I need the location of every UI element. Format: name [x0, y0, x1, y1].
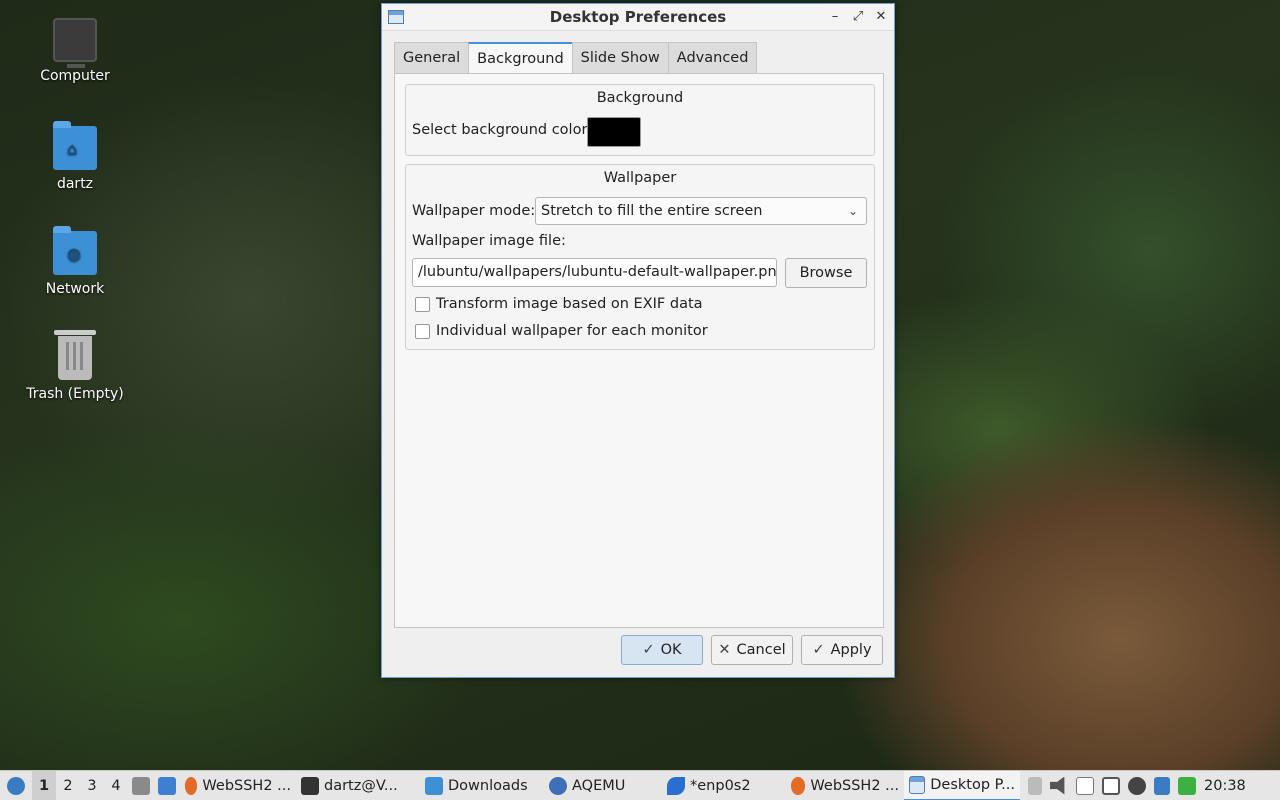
close-icon: ✕	[718, 642, 731, 658]
show-desktop-icon	[158, 776, 176, 795]
ok-button[interactable]: ✓ OK	[621, 635, 703, 665]
background-color-label: Select background color:	[412, 122, 593, 138]
scroll-up-icon[interactable]	[1028, 776, 1042, 795]
wallpaper-group: Wallpaper Wallpaper mode: Stretch to fil…	[405, 164, 875, 350]
tab-general[interactable]: General	[394, 42, 469, 74]
update-icon[interactable]	[1128, 776, 1146, 795]
home-folder-icon: ⌂	[53, 121, 97, 170]
wallpaper-mode-label: Wallpaper mode:	[412, 203, 536, 219]
aqemu-icon	[549, 776, 567, 795]
show-desktop-button[interactable]	[154, 771, 180, 800]
task-label: Downloads	[448, 777, 528, 794]
apply-button[interactable]: ✓ Apply	[801, 635, 883, 665]
background-group: Background Select background color:	[405, 84, 875, 156]
desktop-icon-trash[interactable]: Trash (Empty)	[20, 330, 130, 402]
cancel-label: Cancel	[736, 642, 786, 658]
wallpaper-mode-value: Stretch to fill the entire screen	[541, 203, 763, 219]
display-icon[interactable]	[1102, 776, 1120, 795]
firefox-icon	[185, 776, 198, 795]
exif-checkbox[interactable]	[415, 297, 430, 312]
desktop-icon-label: Computer	[40, 68, 110, 84]
start-menu-button[interactable]	[0, 771, 32, 800]
desktop-prefs-icon	[909, 775, 926, 794]
desktop-icon-label: Trash (Empty)	[26, 386, 124, 402]
task-label: WebSSH2 ...	[202, 777, 291, 794]
wallpaper-file-label: Wallpaper image file:	[412, 233, 566, 249]
clipboard-icon[interactable]	[1076, 776, 1094, 795]
computer-icon	[53, 18, 97, 68]
taskbar: 1 2 3 4 WebSSH2 ... dartz@V... Downloads…	[0, 770, 1280, 800]
workspace-3[interactable]: 3	[80, 771, 104, 800]
desktop-icon-computer[interactable]: Computer	[20, 18, 130, 84]
file-manager-icon	[132, 776, 150, 795]
browse-button[interactable]: Browse	[785, 258, 867, 288]
wallpaper-mode-select[interactable]: Stretch to fill the entire screen ⌄	[535, 197, 867, 225]
lubuntu-logo-icon	[7, 776, 25, 795]
apply-label: Apply	[830, 642, 872, 658]
system-tray: 20:38	[1028, 776, 1252, 795]
desktop-icon-label: Network	[45, 281, 105, 297]
exif-label: Transform image based on EXIF data	[436, 296, 703, 312]
notification-icon[interactable]	[1154, 776, 1170, 795]
task-label: AQEMU	[572, 777, 626, 794]
check-icon: ✓	[642, 642, 655, 658]
firefox-icon	[791, 776, 806, 795]
workspace-4[interactable]: 4	[104, 771, 128, 800]
terminal-icon	[301, 776, 319, 795]
wireshark-icon	[667, 776, 685, 795]
maximize-button[interactable]: ⤢	[851, 8, 865, 26]
task-label: dartz@V...	[324, 777, 398, 794]
desktop-icon-home[interactable]: ⌂ dartz	[20, 121, 130, 192]
desktop-icon-network[interactable]: ◍ Network	[20, 226, 130, 297]
folder-icon	[425, 776, 443, 795]
tab-background[interactable]: Background	[468, 42, 572, 74]
task-downloads[interactable]: Downloads	[420, 771, 544, 800]
chevron-down-icon: ⌄	[847, 204, 858, 218]
tab-advanced[interactable]: Advanced	[667, 42, 758, 74]
task-label: Desktop P...	[930, 776, 1015, 793]
task-label: *enp0s2	[690, 777, 751, 794]
task-aqemu[interactable]: AQEMU	[544, 771, 662, 800]
window-title: Desktop Preferences	[549, 8, 727, 26]
task-wireshark[interactable]: *enp0s2	[662, 771, 786, 800]
check-icon: ✓	[812, 642, 825, 658]
wallpaper-file-input[interactable]: /lubuntu/wallpapers/lubuntu-default-wall…	[412, 258, 777, 287]
titlebar[interactable]: Desktop Preferences – ⤢ ✕	[382, 4, 894, 31]
window-app-icon	[388, 10, 404, 24]
volume-icon[interactable]	[1050, 776, 1065, 795]
task-websssh2-1[interactable]: WebSSH2 ...	[180, 771, 296, 800]
task-terminal[interactable]: dartz@V...	[296, 771, 420, 800]
workspace-2[interactable]: 2	[56, 771, 80, 800]
network-folder-icon: ◍	[53, 226, 97, 275]
background-tab-panel: Background Select background color: Wall…	[394, 73, 884, 628]
background-group-title: Background	[596, 90, 684, 106]
per-monitor-label: Individual wallpaper for each monitor	[436, 323, 708, 339]
desktop-icon-label: dartz	[56, 176, 94, 192]
cancel-button[interactable]: ✕ Cancel	[711, 635, 793, 665]
tab-slide-show[interactable]: Slide Show	[571, 42, 668, 74]
tab-bar: General Background Slide Show Advanced	[394, 42, 758, 74]
ok-label: OK	[660, 642, 682, 658]
trash-icon	[54, 330, 96, 380]
task-websssh2-2[interactable]: WebSSH2 ...	[786, 771, 904, 800]
workspace-1[interactable]: 1	[32, 770, 56, 800]
file-manager-launcher[interactable]	[128, 771, 154, 800]
minimize-button[interactable]: –	[828, 8, 842, 26]
wallpaper-group-title: Wallpaper	[603, 170, 677, 186]
background-color-picker[interactable]	[587, 117, 641, 147]
task-desktop-preferences[interactable]: Desktop P...	[904, 770, 1020, 800]
desktop-preferences-dialog: Desktop Preferences – ⤢ ✕ General Backgr…	[381, 3, 895, 678]
per-monitor-checkbox[interactable]	[415, 324, 430, 339]
close-button[interactable]: ✕	[874, 8, 888, 26]
task-label: WebSSH2 ...	[810, 777, 899, 794]
network-status-icon[interactable]	[1178, 776, 1196, 795]
clock[interactable]: 20:38	[1204, 778, 1246, 794]
